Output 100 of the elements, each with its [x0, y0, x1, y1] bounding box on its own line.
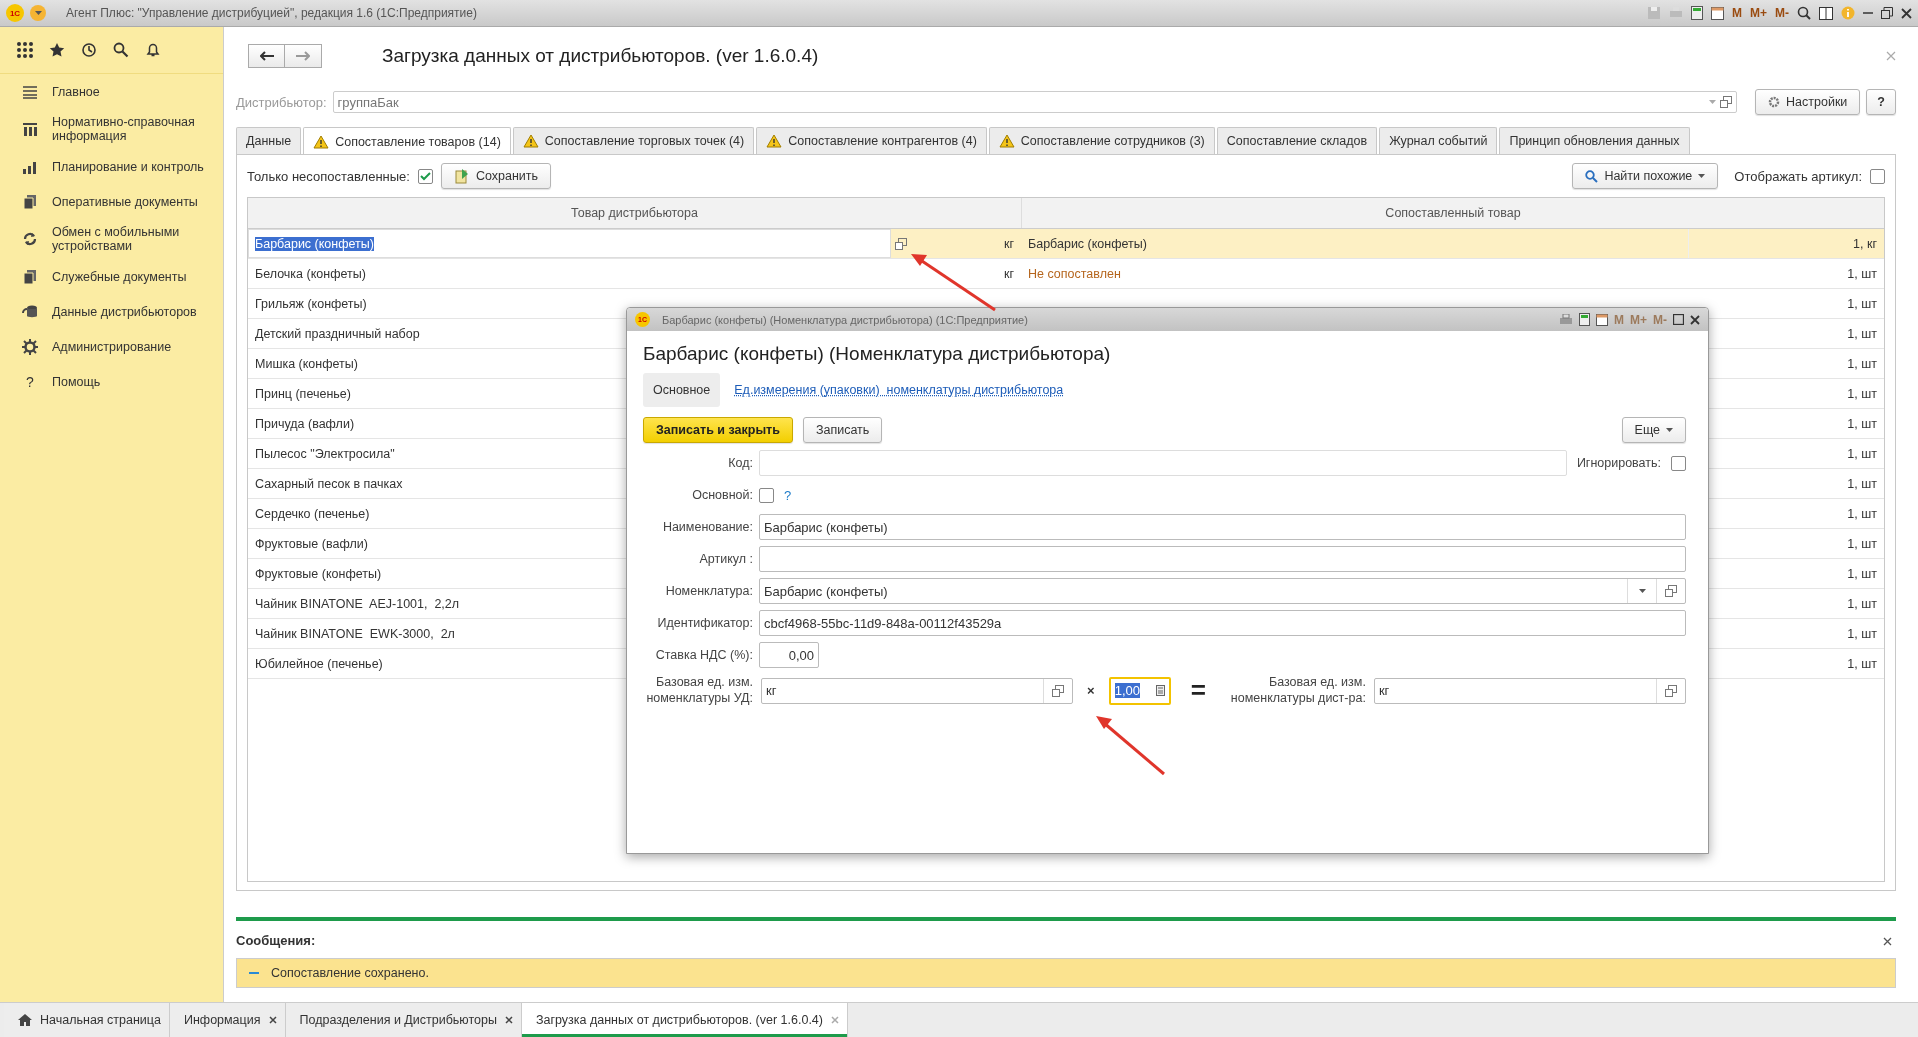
menu-button[interactable] — [30, 5, 46, 21]
restore-icon — [1881, 7, 1893, 19]
save-icon — [453, 168, 470, 184]
table-cell: Юбилейное (печенье) — [255, 656, 383, 671]
checkbox[interactable] — [759, 487, 774, 503]
history-icon — [81, 42, 97, 58]
memory-button[interactable]: M+ — [1750, 6, 1767, 20]
sidebar-item[interactable]: Оперативные документы — [52, 194, 198, 209]
sidebar-item[interactable]: Помощь — [52, 374, 101, 389]
tab[interactable]: Основное — [643, 373, 721, 407]
caret-icon — [1638, 589, 1646, 593]
field-label: Базовая ед. изм. номенклатуры дист-ра: — [1229, 675, 1366, 707]
calculator-icon — [1155, 685, 1165, 697]
caret-icon — [1698, 174, 1706, 178]
help-button[interactable]: ? — [1866, 89, 1896, 115]
sidebar-item[interactable]: Обмен с мобильными устройствами — [52, 225, 213, 253]
table-cell: кг — [1003, 236, 1014, 251]
tab[interactable]: Принцип обновления данных — [1499, 127, 1690, 154]
tab[interactable]: Данные — [236, 127, 302, 154]
messages-title: Сообщения: — [236, 933, 316, 948]
table-cell: Сахарный песок в пачках — [255, 476, 403, 491]
open-window-icon — [895, 237, 907, 250]
table-cell: 1, шт — [1847, 476, 1877, 491]
memory-button[interactable]: M — [1732, 6, 1742, 20]
save-button[interactable]: Сохранить — [440, 163, 552, 189]
table-cell: 1, кг — [1853, 236, 1877, 251]
table-cell: Причуда (вафли) — [255, 416, 355, 431]
distributor-field[interactable]: группаБак — [332, 91, 1738, 113]
table-cell: Чайник BINATONE AEJ-1001, 2,2л — [255, 596, 460, 611]
input-field[interactable] — [759, 450, 1567, 476]
field-label: Номенклатура: — [664, 583, 753, 600]
open-window-icon — [1052, 684, 1065, 697]
back-button[interactable] — [248, 44, 285, 68]
save-button[interactable]: Записать — [802, 417, 883, 443]
dialog-heading: Барбарис (конфеты) (Номенклатура дистрибьютора) — [643, 343, 1112, 365]
table-cell: 1, шт — [1847, 596, 1877, 611]
tab[interactable]: Сопоставление складов — [1216, 127, 1378, 154]
right-arrow-icon — [296, 51, 310, 61]
checkbox[interactable] — [1671, 455, 1686, 471]
table-cell: 1, шт — [1847, 536, 1877, 551]
input-field[interactable]: Барбарис (конфеты) — [759, 514, 1686, 540]
form-title: Загрузка данных от дистрибьюторов. (ver 1.6.0.4) — [382, 45, 820, 67]
open-window-icon — [1665, 684, 1677, 697]
field-label: Основной: — [691, 487, 753, 504]
help-link[interactable]: ? — [784, 487, 792, 503]
save-icon — [1647, 6, 1661, 20]
settings-button[interactable]: Настройки — [1755, 89, 1861, 115]
star-icon — [49, 42, 65, 58]
zoom-icon — [1797, 6, 1811, 20]
search-icon — [113, 42, 129, 58]
calendar-icon — [1711, 6, 1724, 20]
apps-grid-icon — [17, 42, 33, 58]
tab[interactable]: Сопоставление товаров (14) — [303, 127, 511, 155]
equals-sign: = — [1190, 675, 1206, 707]
table-cell: Чайник BINATONE EWK-3000, 2л — [255, 626, 455, 641]
columns-icon — [22, 122, 38, 136]
unit-field[interactable]: кг — [1373, 677, 1686, 704]
table-cell: Детский праздничный набор — [255, 326, 420, 341]
more-button[interactable]: Еще — [1621, 417, 1686, 443]
column-header[interactable]: Товар дистрибьютора — [248, 198, 1021, 228]
table-cell: Фруктовые (конфеты) — [255, 566, 382, 581]
sidebar-item[interactable]: Служебные документы — [52, 269, 187, 284]
sidebar-item[interactable]: Нормативно-справочная информация — [52, 115, 213, 143]
save-and-close-button[interactable]: Записать и закрыть — [643, 417, 793, 443]
window-title: Барбарис (конфеты) (Номенклатура дистрибьютора) (1С:Предприятие) — [662, 313, 1029, 326]
checkbox-label: Только несопоставленные: — [247, 168, 410, 184]
sidebar-item[interactable]: Администрирование — [52, 339, 172, 354]
table-cell: 1, шт — [1847, 626, 1877, 641]
input-field[interactable]: cbcf4968-55bc-11d9-848a-00112f43529a — [759, 610, 1686, 636]
close-icon — [1690, 314, 1700, 325]
open-window-icon — [1665, 585, 1677, 597]
factor-field[interactable]: 1,00 — [1108, 676, 1171, 705]
table-cell: кг — [1003, 266, 1014, 281]
documents-icon — [22, 193, 38, 210]
left-arrow-icon — [259, 51, 274, 61]
field-label: Наименование: — [661, 519, 753, 536]
sidebar-item[interactable]: Планирование и контроль — [52, 159, 204, 174]
info-icon — [1841, 6, 1855, 20]
tab[interactable]: Сопоставление контрагентов (4) — [756, 127, 987, 154]
tab[interactable]: Сопоставление торговых точек (4) — [512, 127, 755, 154]
checkbox[interactable] — [417, 168, 433, 184]
tab[interactable]: Ед.измерения (упаковки) номенклатуры дистрибьютора — [734, 383, 1064, 397]
input-field[interactable] — [759, 546, 1686, 572]
memory-button[interactable]: M- — [1775, 6, 1789, 20]
column-header[interactable]: Сопоставленный товар — [1021, 198, 1884, 228]
select-field[interactable]: Барбарис (конфеты) — [759, 578, 1686, 604]
sidebar-item[interactable]: Данные дистрибьюторов — [52, 304, 197, 319]
documents-icon — [22, 268, 38, 285]
table-cell: 1, шт — [1847, 446, 1877, 461]
unit-field[interactable]: кг — [761, 677, 1074, 704]
tab[interactable]: Сопоставление сотрудников (3) — [988, 127, 1215, 154]
checkbox[interactable] — [1870, 168, 1885, 184]
find-similar-button[interactable]: Найти похожие — [1572, 163, 1719, 189]
tab[interactable]: Журнал событий — [1379, 127, 1498, 154]
close-icon — [1901, 7, 1912, 19]
field-label: Артикул : — [698, 551, 753, 568]
field-label: Дистрибьютор: — [236, 94, 327, 110]
input-field[interactable]: 0,00 — [759, 642, 819, 668]
sidebar-item[interactable]: Главное — [52, 84, 100, 99]
open-tab[interactable]: Загрузка данных от дистрибьюторов. (ver 1.6.0.4) — [521, 1003, 848, 1037]
